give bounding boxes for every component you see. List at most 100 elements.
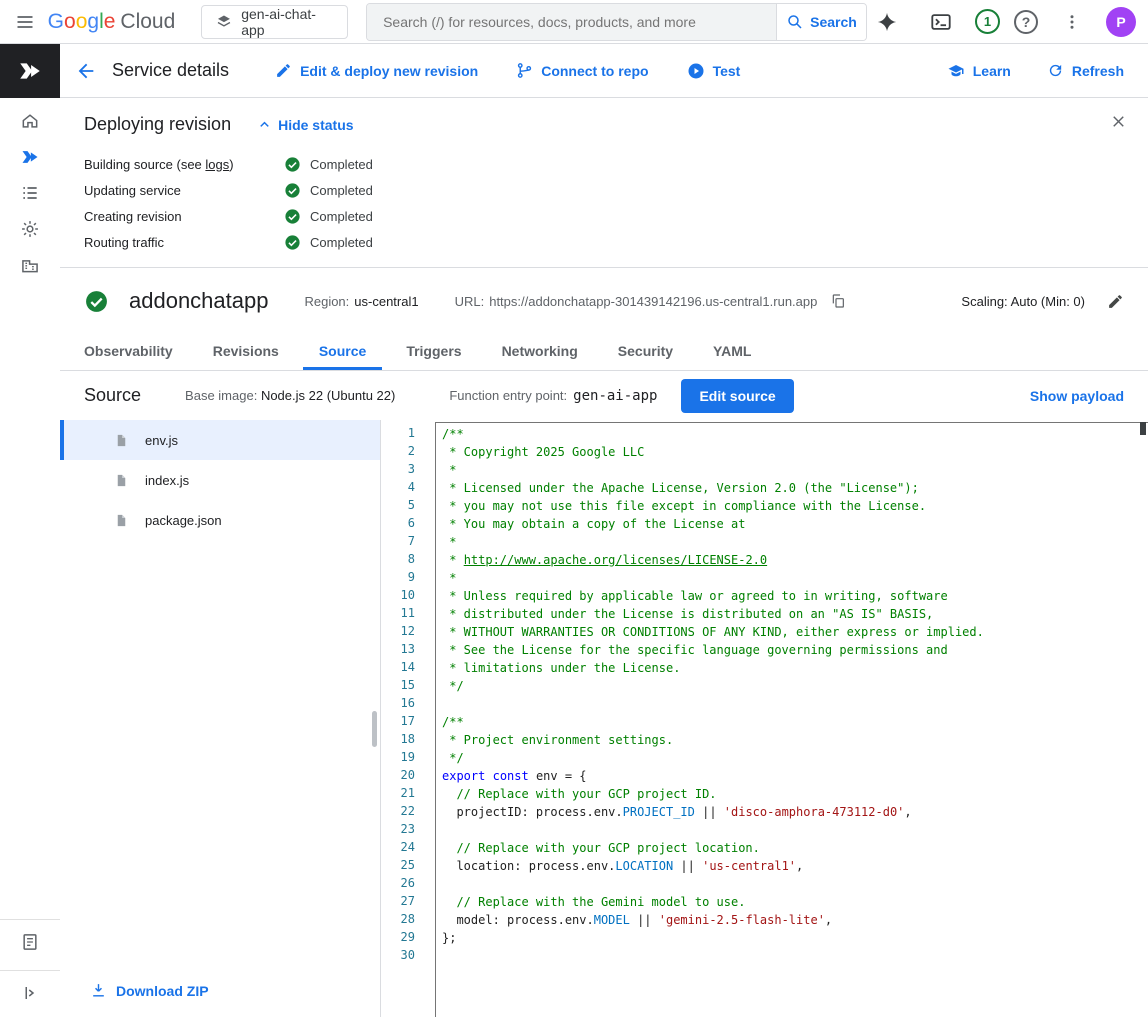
edit-deploy-button[interactable]: Edit & deploy new revision — [275, 62, 478, 79]
sidebar-item-home[interactable] — [12, 103, 48, 139]
code-line: // Replace with your GCP project locatio… — [442, 839, 1148, 857]
check-circle-icon — [284, 182, 301, 199]
tab-security[interactable]: Security — [602, 334, 689, 370]
line-number: 7 — [381, 532, 415, 550]
tab-revisions[interactable]: Revisions — [197, 334, 295, 370]
learn-button[interactable]: Learn — [947, 62, 1011, 80]
line-number: 25 — [381, 856, 415, 874]
help-label: ? — [1022, 14, 1031, 30]
edit-scaling-button[interactable] — [1107, 293, 1124, 310]
top-header: Google Cloud gen-ai-chat-app Search — [0, 0, 1148, 44]
edit-deploy-label: Edit & deploy new revision — [300, 63, 478, 79]
header-actions: 1 ? P — [867, 2, 1136, 42]
line-number: 2 — [381, 442, 415, 460]
tab-triggers[interactable]: Triggers — [390, 334, 477, 370]
global-search: Search — [366, 3, 867, 41]
code-line: * See the License for the specific langu… — [442, 641, 1148, 659]
help-button[interactable]: ? — [1014, 10, 1038, 34]
deploy-step-row: Creating revisionCompleted — [84, 203, 1124, 229]
notification-count: 1 — [984, 14, 991, 29]
code-line: /** — [442, 425, 1148, 443]
base-image-label: Base image: — [185, 388, 257, 403]
code-line: /** — [442, 713, 1148, 731]
code-line: * You may obtain a copy of the License a… — [442, 515, 1148, 533]
step-status-text: Completed — [310, 183, 373, 198]
sidebar-item-organization[interactable] — [12, 247, 48, 283]
code-line: */ — [442, 677, 1148, 695]
hamburger-menu-button[interactable] — [6, 2, 44, 42]
sidebar-item-cloud-run[interactable] — [12, 139, 48, 175]
search-button[interactable]: Search — [776, 4, 866, 40]
google-cloud-logo[interactable]: Google Cloud — [48, 10, 176, 34]
play-circle-icon — [687, 62, 705, 80]
download-zip-button[interactable]: Download ZIP — [60, 968, 380, 1017]
line-number: 30 — [381, 946, 415, 964]
line-number: 6 — [381, 514, 415, 532]
refresh-button[interactable]: Refresh — [1047, 62, 1124, 79]
copy-url-button[interactable] — [830, 293, 846, 309]
line-number: 13 — [381, 640, 415, 658]
cloud-run-product-badge[interactable] — [0, 44, 60, 98]
base-image-value: Node.js 22 (Ubuntu 22) — [261, 388, 395, 403]
file-icon — [114, 433, 129, 448]
deploy-step-row: Routing trafficCompleted — [84, 229, 1124, 255]
entry-point: Function entry point: gen-ai-app — [449, 388, 657, 404]
line-number-gutter: 1234567891011121314151617181920212223242… — [381, 422, 435, 1017]
code-line: * you may not use this file except in co… — [442, 497, 1148, 515]
url-value[interactable]: https://addonchatapp-301439142196.us-cen… — [489, 294, 817, 309]
deploy-step-status: Completed — [284, 208, 373, 225]
hamburger-icon — [15, 12, 35, 32]
line-number: 14 — [381, 658, 415, 676]
sidebar-bottom — [0, 915, 60, 1017]
logs-link[interactable]: logs — [205, 157, 229, 172]
more-options-button[interactable] — [1052, 2, 1092, 42]
building-icon — [20, 255, 40, 275]
sidebar-item-release-notes[interactable] — [12, 924, 48, 960]
source-title: Source — [84, 385, 141, 406]
file-icon — [114, 473, 129, 488]
line-number: 3 — [381, 460, 415, 478]
close-panel-button[interactable] — [1109, 112, 1128, 136]
close-icon — [1109, 112, 1128, 131]
editor-scrollbar-thumb[interactable] — [1140, 422, 1146, 435]
deploy-step-label: Creating revision — [84, 209, 284, 224]
edit-source-button[interactable]: Edit source — [681, 379, 793, 413]
line-number: 16 — [381, 694, 415, 712]
line-number: 23 — [381, 820, 415, 838]
file-pane-scrollbar[interactable] — [372, 711, 377, 747]
sidebar-item-integrations[interactable] — [12, 211, 48, 247]
hide-status-button[interactable]: Hide status — [257, 117, 353, 133]
code-line: projectID: process.env.PROJECT_ID || 'di… — [442, 803, 1148, 821]
code-line: * limitations under the License. — [442, 659, 1148, 677]
line-number: 21 — [381, 784, 415, 802]
sidebar-item-services-list[interactable] — [12, 175, 48, 211]
tab-source[interactable]: Source — [303, 334, 382, 370]
tab-yaml[interactable]: YAML — [697, 334, 767, 370]
file-item-index.js[interactable]: index.js — [60, 460, 380, 500]
tab-observability[interactable]: Observability — [68, 334, 189, 370]
deploy-step-label: Routing traffic — [84, 235, 284, 250]
project-selector[interactable]: gen-ai-chat-app — [201, 5, 348, 39]
chevron-up-icon — [257, 117, 272, 132]
code-editor[interactable]: 1234567891011121314151617181920212223242… — [381, 420, 1148, 1017]
test-button[interactable]: Test — [687, 62, 741, 80]
cloud-shell-button[interactable] — [921, 2, 961, 42]
show-payload-link[interactable]: Show payload — [1030, 388, 1124, 404]
file-item-package.json[interactable]: package.json — [60, 500, 380, 540]
deploy-panel-title: Deploying revision — [84, 114, 231, 135]
back-button[interactable] — [66, 51, 106, 91]
connect-repo-button[interactable]: Connect to repo — [516, 62, 648, 79]
file-item-env.js[interactable]: env.js — [60, 420, 380, 460]
code-content[interactable]: /** * Copyright 2025 Google LLC * * Lice… — [435, 422, 1148, 1017]
sidebar-collapse-button[interactable] — [12, 975, 48, 1011]
avatar-initial: P — [1116, 14, 1125, 30]
line-number: 9 — [381, 568, 415, 586]
gemini-button[interactable] — [867, 2, 907, 42]
search-input[interactable] — [367, 4, 776, 40]
tab-networking[interactable]: Networking — [486, 334, 594, 370]
line-number: 15 — [381, 676, 415, 694]
notification-badge[interactable]: 1 — [975, 9, 1000, 34]
user-avatar[interactable]: P — [1106, 7, 1136, 37]
file-name: env.js — [145, 433, 178, 448]
line-number: 17 — [381, 712, 415, 730]
